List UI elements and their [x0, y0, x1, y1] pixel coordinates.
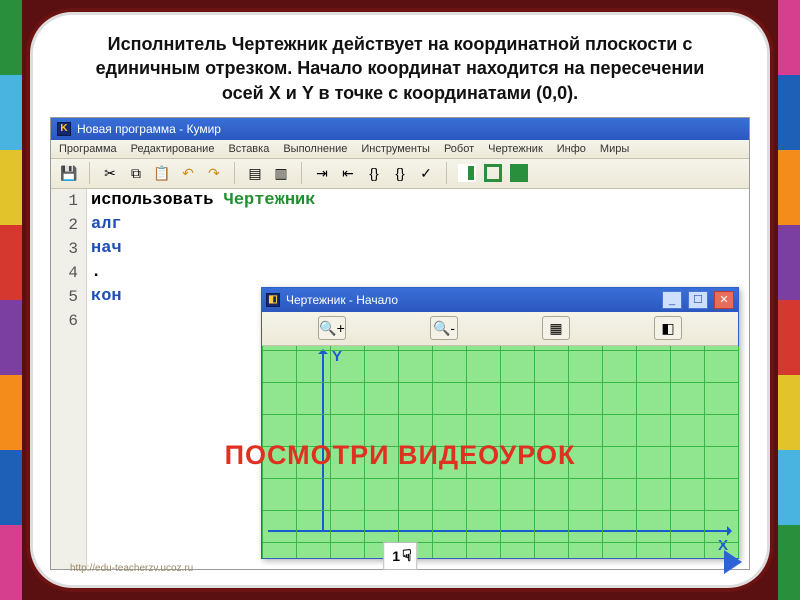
page2-icon[interactable]: ▥: [271, 163, 291, 183]
save-icon[interactable]: 💾: [59, 163, 79, 183]
page-icon[interactable]: ▤: [245, 163, 265, 183]
maximize-button[interactable]: ☐: [688, 291, 708, 309]
minimize-button[interactable]: _: [662, 291, 682, 309]
menu-info[interactable]: Инфо: [557, 143, 586, 155]
x-axis-arrow-icon: [727, 526, 737, 536]
x-axis: [268, 530, 730, 532]
slide-heading: Исполнитель Чертежник действует на коорд…: [50, 30, 750, 111]
grid-icon[interactable]: ▦: [542, 316, 570, 340]
code-editor[interactable]: 1 2 3 4 5 6 использовать Чертежник алг н…: [51, 189, 749, 569]
menu-run[interactable]: Выполнение: [283, 143, 347, 155]
cut-icon[interactable]: ✂: [100, 163, 120, 183]
draftsman-title: Чертежник - Начало: [286, 293, 398, 307]
menu-worlds[interactable]: Миры: [600, 143, 629, 155]
menu-draftsman[interactable]: Чертежник: [488, 143, 543, 155]
app-titlebar: K Новая программа - Кумир: [51, 118, 749, 140]
undo-icon[interactable]: ↶: [178, 163, 198, 183]
line-gutter: 1 2 3 4 5 6: [51, 189, 87, 569]
footer-url: http://edu-teacherzv.ucoz.ru: [70, 563, 193, 574]
app-icon: K: [57, 122, 71, 136]
close-button[interactable]: ✕: [714, 291, 734, 309]
draftsman-window: ◧ Чертежник - Начало _ ☐ ✕ 🔍+ 🔍- ▦ ◧: [261, 287, 739, 559]
paste-icon[interactable]: 📋: [152, 163, 172, 183]
fill-view-icon[interactable]: [509, 163, 529, 183]
brace1-icon[interactable]: {}: [364, 163, 384, 183]
draftsman-titlebar[interactable]: ◧ Чертежник - Начало _ ☐ ✕: [262, 288, 738, 312]
brace2-icon[interactable]: {}: [390, 163, 410, 183]
menu-bar: Программа Редактирование Вставка Выполне…: [51, 140, 749, 159]
toolbar: 💾 ✂ ⧉ 📋 ↶ ↷ ▤ ▥ ⇥ ⇤ {} {} ✓: [51, 159, 749, 189]
menu-insert[interactable]: Вставка: [228, 143, 269, 155]
kumir-app-window: K Новая программа - Кумир Программа Реда…: [50, 117, 750, 570]
redo-icon[interactable]: ↷: [204, 163, 224, 183]
next-slide-button[interactable]: [724, 550, 754, 574]
page-number: 1 ☟: [383, 542, 417, 570]
zoom-out-icon[interactable]: 🔍-: [430, 316, 458, 340]
menu-tools[interactable]: Инструменты: [361, 143, 430, 155]
grid-view-icon[interactable]: [457, 163, 477, 183]
draftsman-toolbar: 🔍+ 🔍- ▦ ◧: [262, 312, 738, 346]
window-icon[interactable]: ◧: [654, 316, 682, 340]
step2-icon[interactable]: ⇤: [338, 163, 358, 183]
menu-edit[interactable]: Редактирование: [131, 143, 215, 155]
outline-view-icon[interactable]: [483, 163, 503, 183]
app-title: Новая программа - Кумир: [77, 122, 221, 136]
watch-video-overlay: ПОСМОТРИ ВИДЕОУРОК: [30, 440, 770, 471]
run-icon[interactable]: ✓: [416, 163, 436, 183]
step-icon[interactable]: ⇥: [312, 163, 332, 183]
y-axis-arrow-icon: [318, 344, 328, 354]
menu-program[interactable]: Программа: [59, 143, 117, 155]
zoom-in-icon[interactable]: 🔍+: [318, 316, 346, 340]
copy-icon[interactable]: ⧉: [126, 163, 146, 183]
menu-robot[interactable]: Робот: [444, 143, 474, 155]
cursor-hand-icon: ☟: [402, 546, 412, 566]
slide-frame: Исполнитель Чертежник действует на коорд…: [26, 8, 774, 592]
